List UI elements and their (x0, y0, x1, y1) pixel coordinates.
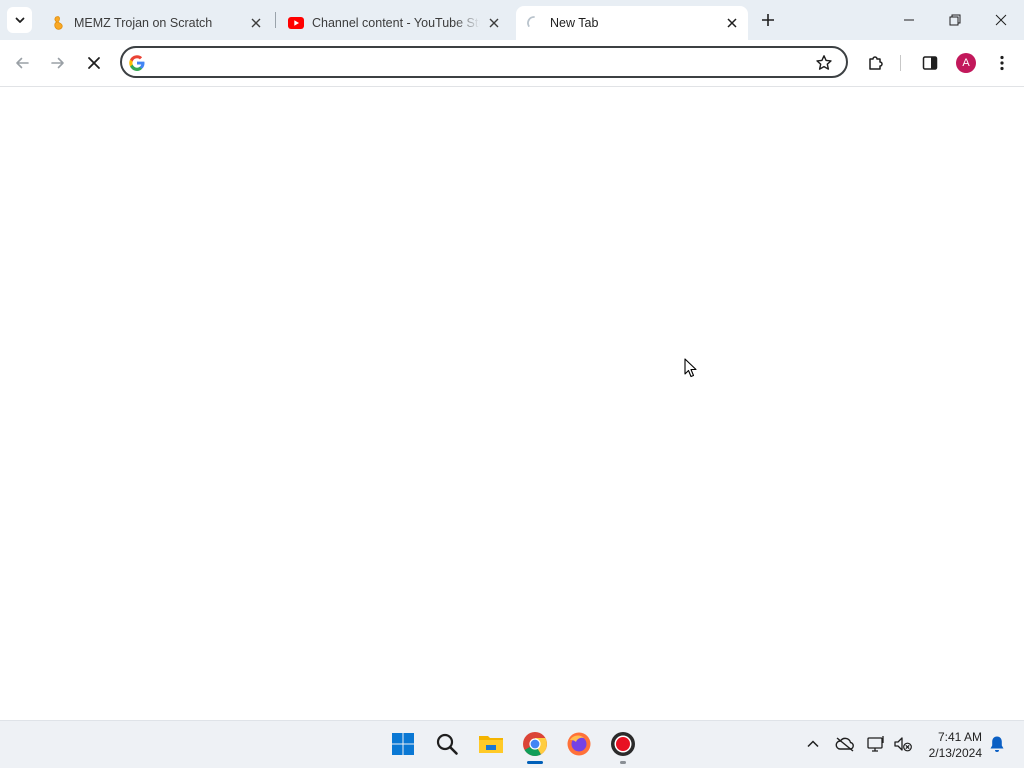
stop-loading-button[interactable] (80, 49, 108, 77)
menu-button[interactable] (988, 49, 1016, 77)
start-icon[interactable] (388, 729, 418, 759)
chrome-icon[interactable] (520, 729, 550, 764)
clock-date: 2/13/2024 (928, 746, 982, 760)
close-icon[interactable] (248, 15, 264, 31)
tab-title: Channel content - YouTube Studio (312, 16, 480, 30)
scratch-icon (50, 15, 66, 31)
chevron-up-icon[interactable] (802, 733, 824, 755)
tab-memz-scratch[interactable]: MEMZ Trojan on Scratch (40, 6, 272, 40)
youtube-icon (288, 15, 304, 31)
toolbar-divider (900, 55, 901, 71)
tab-new-tab[interactable]: New Tab (516, 6, 748, 40)
google-g-icon (129, 55, 145, 71)
firefox-icon[interactable] (564, 729, 594, 759)
minimize-icon (904, 19, 914, 21)
omnibox[interactable] (120, 46, 848, 78)
close-icon (995, 14, 1007, 26)
arrow-left-icon (16, 57, 29, 69)
plus-icon (762, 14, 774, 26)
mouse-pointer-icon (684, 358, 697, 378)
running-indicator (620, 761, 626, 764)
puzzle-icon (869, 56, 883, 70)
taskbar: 7:41 AM 2/13/2024 (0, 720, 1024, 768)
arrow-right-icon (51, 57, 64, 69)
close-icon[interactable] (724, 15, 740, 31)
browser-toolbar: A (0, 40, 1024, 87)
close-icon[interactable] (486, 15, 502, 31)
chevron-down-icon (15, 17, 24, 23)
tab-title: New Tab (550, 16, 599, 30)
close-window-button[interactable] (978, 0, 1024, 40)
loading-spinner-icon (526, 15, 542, 31)
side-panel-button[interactable] (916, 49, 944, 77)
clock-time: 7:41 AM (937, 730, 982, 744)
address-input[interactable] (154, 52, 798, 74)
tab-separator (275, 12, 276, 28)
restore-icon (949, 14, 961, 26)
tab-youtube-studio[interactable]: Channel content - YouTube Studio (278, 6, 510, 40)
network-volume-icon[interactable] (892, 733, 914, 755)
new-tab-button[interactable] (756, 8, 780, 32)
system-clock[interactable]: 7:41 AM 2/13/2024 (918, 729, 982, 761)
bookmark-star-icon[interactable] (814, 53, 834, 73)
profile-avatar[interactable]: A (956, 53, 976, 73)
more-vert-icon (1000, 55, 1004, 71)
running-indicator (527, 761, 543, 764)
forward-button[interactable] (44, 49, 72, 77)
search-icon[interactable] (432, 729, 462, 759)
restore-button[interactable] (932, 0, 978, 40)
notification-bell-icon[interactable] (986, 733, 1008, 755)
extensions-button[interactable] (862, 49, 890, 77)
recorder-icon[interactable] (608, 729, 638, 764)
tab-search-button[interactable] (7, 7, 32, 33)
back-button[interactable] (8, 49, 36, 77)
minimize-button[interactable] (886, 0, 932, 40)
close-icon (88, 57, 100, 69)
tab-strip: MEMZ Trojan on Scratch Channel content -… (0, 0, 1024, 40)
file-explorer-icon[interactable] (476, 729, 506, 759)
onedrive-icon[interactable] (834, 733, 856, 755)
side-panel-icon (922, 56, 938, 70)
tab-title: MEMZ Trojan on Scratch (74, 16, 213, 30)
page-content[interactable] (0, 87, 1024, 720)
display-icon[interactable] (866, 733, 888, 755)
